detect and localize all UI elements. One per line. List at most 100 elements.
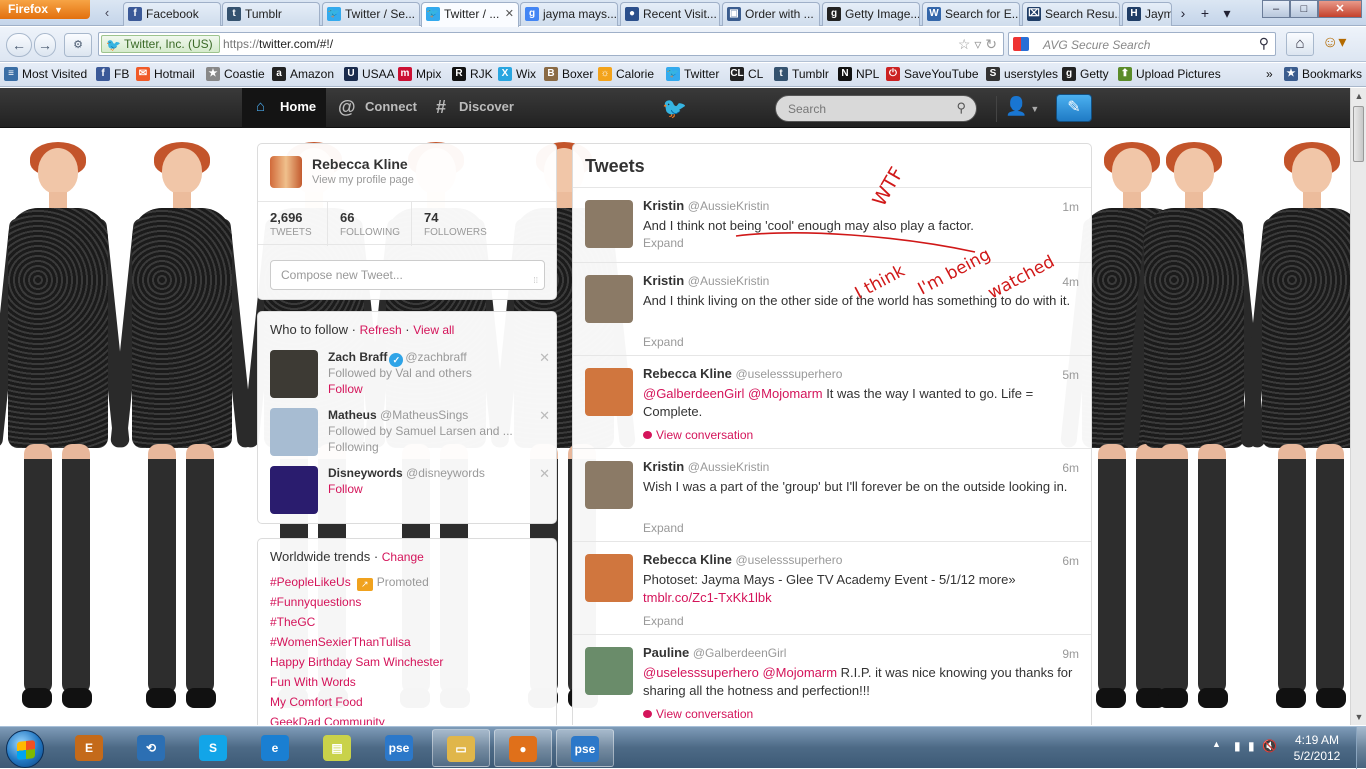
profile-name[interactable]: Rebecca Kline	[312, 156, 408, 172]
bookmark-item[interactable]: g Getty	[1062, 67, 1109, 81]
stat-tweets[interactable]: 2,696 TWEETS	[258, 202, 328, 246]
search-bar[interactable]: AVG Secure Search ⚲	[1008, 32, 1276, 56]
taskbar-ie-button[interactable]: e	[246, 729, 304, 767]
home-icon[interactable]: ⌂	[1286, 32, 1314, 56]
tweet-timestamp[interactable]: 4m	[1062, 275, 1079, 289]
new-tab-icon[interactable]: +	[1194, 2, 1216, 24]
twitter-search-input[interactable]: Search ⚲	[775, 95, 977, 122]
browser-tab[interactable]: ⌧ Search Resu...	[1022, 2, 1120, 26]
avatar[interactable]	[585, 368, 633, 416]
avatar[interactable]	[585, 200, 633, 248]
back-icon[interactable]: ←	[6, 33, 32, 57]
bookmarks-overflow-icon[interactable]: »	[1266, 67, 1273, 81]
maximize-icon[interactable]: □	[1290, 0, 1318, 18]
tray-network-icon[interactable]: ▮	[1248, 739, 1255, 753]
view-profile-link[interactable]: View my profile page	[312, 174, 414, 186]
scroll-down-icon[interactable]: ▼	[1351, 709, 1366, 725]
search-icon[interactable]: ⚲	[956, 100, 966, 116]
page-scrollbar[interactable]: ▲ ▼	[1350, 88, 1366, 725]
bookmark-item[interactable]: ⬆ Upload Pictures	[1118, 67, 1221, 81]
view-all-link[interactable]: View all	[413, 323, 454, 337]
reload-icon[interactable]: ↻	[985, 36, 997, 52]
expand-link[interactable]: Expand	[643, 614, 684, 628]
tweet[interactable]: Rebecca Kline @uselesssuperhero 6m Photose…	[573, 542, 1091, 635]
bookmark-item[interactable]: ✉ Hotmail	[136, 67, 195, 81]
url-bar[interactable]: 🐦 Twitter, Inc. (US) https://twitter.com/…	[98, 32, 1004, 56]
taskbar-sync-button[interactable]: ⟲	[122, 729, 180, 767]
refresh-link[interactable]: Refresh	[360, 323, 402, 337]
browser-tab[interactable]: f Facebook	[123, 2, 221, 26]
bookmark-item[interactable]: U USAA	[344, 67, 395, 81]
tweet-timestamp[interactable]: 1m	[1062, 200, 1079, 214]
tweet[interactable]: Kristin @AussieKristin 4m And I think livi…	[573, 263, 1091, 356]
tweet-timestamp[interactable]: 9m	[1062, 647, 1079, 661]
suggestion-name-row[interactable]: Disneywords @disneywords	[328, 466, 485, 480]
view-conversation-link[interactable]: View conversation	[643, 707, 753, 721]
tray-volume-icon[interactable]: 🔇	[1262, 739, 1277, 753]
avatar[interactable]	[585, 461, 633, 509]
tweet-timestamp[interactable]: 5m	[1062, 368, 1079, 382]
bookmark-item[interactable]: ★ Coastie	[206, 67, 265, 81]
tweet-author[interactable]: Rebecca Kline @uselesssuperhero	[643, 552, 842, 567]
avatar[interactable]	[270, 466, 318, 514]
url-text[interactable]: https://twitter.com/#!/	[223, 37, 333, 51]
bookmark-item[interactable]: Suserstyles	[986, 67, 1058, 81]
firefox-menu-button[interactable]: Firefox ▼	[0, 0, 90, 19]
trend-item[interactable]: My Comfort Food	[270, 695, 363, 709]
mention-link[interactable]: @GalberdeenGirl	[643, 386, 744, 401]
nav-home[interactable]: ⌂ Home	[242, 88, 326, 128]
avatar[interactable]	[270, 156, 302, 188]
bookmark-item[interactable]: ⏻ SaveYouTube	[886, 67, 979, 81]
dismiss-icon[interactable]: ✕	[539, 408, 550, 424]
trend-item[interactable]: #TheGC	[270, 615, 315, 629]
trend-item[interactable]: #Funnyquestions	[270, 595, 361, 609]
tweet-url-link[interactable]: tmblr.co/Zc1-TxKk1lbk	[643, 590, 772, 605]
nav-connect[interactable]: @ Connect	[338, 88, 428, 128]
follow-button[interactable]: Follow	[328, 382, 363, 396]
avatar[interactable]	[585, 647, 633, 695]
dismiss-icon[interactable]: ✕	[539, 466, 550, 482]
tweet-timestamp[interactable]: 6m	[1062, 554, 1079, 568]
twitter-logo-icon[interactable]: 🐦	[662, 96, 687, 121]
trend-item[interactable]: GeekDad Community	[270, 715, 385, 725]
browser-tab[interactable]: 🐦 Twitter / ... ✕	[421, 2, 519, 27]
site-identity-button[interactable]: 🐦 Twitter, Inc. (US)	[101, 35, 220, 53]
tweet[interactable]: Kristin @AussieKristin 6m Wish I was a par…	[573, 449, 1091, 542]
taskbar-firefox-button[interactable]: ●	[494, 729, 552, 767]
expand-link[interactable]: Expand	[643, 335, 684, 349]
bookmark-item[interactable]: 🐦 Twitter	[666, 67, 719, 81]
tweet-author[interactable]: Kristin @AussieKristin	[643, 198, 769, 213]
scroll-up-icon[interactable]: ▲	[1351, 88, 1366, 104]
bookmarks-menu-button[interactable]: ★ Bookmarks	[1284, 67, 1362, 81]
mention-link[interactable]: @uselesssuperhero	[643, 665, 759, 680]
bookmark-item[interactable]: t Tumblr	[774, 67, 829, 81]
tweet-author[interactable]: Pauline @GalberdeenGirl	[643, 645, 786, 660]
mention-link[interactable]: @Mojomarm	[748, 386, 823, 401]
browser-tab[interactable]: g Getty Image...	[822, 2, 920, 26]
compose-tweet-button[interactable]: ✎	[1056, 94, 1092, 122]
bookmark-item[interactable]: R RJK	[452, 67, 493, 81]
browser-tab[interactable]: ● Recent Visit...	[620, 2, 720, 26]
browser-tab[interactable]: 🐦 Twitter / Se...	[322, 2, 420, 26]
suggestion-name-row[interactable]: Matheus @MatheusSings	[328, 408, 468, 422]
trend-item[interactable]: Happy Birthday Sam Winchester	[270, 655, 443, 669]
tweet-author[interactable]: Rebecca Kline @uselesssuperhero	[643, 366, 842, 381]
expand-link[interactable]: Expand	[643, 521, 684, 535]
bookmark-item[interactable]: ☼ Calorie	[598, 67, 654, 81]
bookmark-item[interactable]: m Mpix	[398, 67, 441, 81]
browser-tab[interactable]: g jayma mays...	[520, 2, 618, 26]
scrollbar-thumb[interactable]	[1353, 106, 1364, 162]
bookmark-item[interactable]: B Boxer	[544, 67, 593, 81]
tray-device-icon[interactable]: ▮	[1234, 739, 1241, 753]
avatar[interactable]	[270, 408, 318, 456]
bookmark-item[interactable]: a Amazon	[272, 67, 334, 81]
taskbar-explorer-button[interactable]: ▭	[432, 729, 490, 767]
browser-tab[interactable]: W Search for E...	[922, 2, 1020, 26]
taskbar-notes-button[interactable]: ▤	[308, 729, 366, 767]
search-icon[interactable]: ⚲	[1259, 35, 1269, 52]
forward-icon[interactable]: →	[34, 33, 56, 57]
tray-expand-icon[interactable]: ▲	[1212, 739, 1221, 749]
taskbar-pse2-button[interactable]: pse	[556, 729, 614, 767]
addon-monkey-icon[interactable]: ☺▾	[1322, 32, 1362, 56]
trend-item[interactable]: #WomenSexierThanTulisa	[270, 635, 411, 649]
